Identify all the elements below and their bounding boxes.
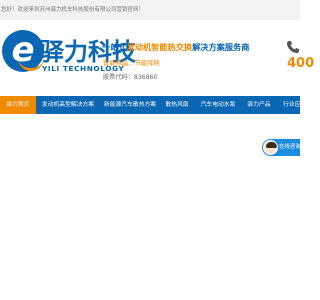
slogan-main: 一站式发动机智能热交换解决方案服务商 bbox=[102, 41, 249, 53]
nav-item-cooling-fan[interactable]: 散热风扇 bbox=[162, 96, 192, 114]
slogan-highlight: 发动机智能热交换 bbox=[126, 42, 193, 52]
site-header: e 驿力科技 YILI TECHNOLOGY 一站式发动机智能热交换解决方案服务… bbox=[0, 20, 314, 96]
logo-icon[interactable]: e bbox=[2, 30, 44, 72]
hotline-number: 400 bbox=[287, 56, 315, 71]
slogan-suffix: 解决方案服务商 bbox=[192, 42, 250, 52]
online-consult-button[interactable]: 在线咨询 bbox=[262, 139, 301, 156]
nav-item-electric-pump[interactable]: 汽车电动水泵 bbox=[198, 96, 238, 114]
phone-icon bbox=[287, 41, 299, 53]
nav-item-engine-solution[interactable]: 发动机高型解决方案 bbox=[40, 96, 96, 114]
agent-hair bbox=[266, 142, 277, 148]
slogan-prefix: 一站式 bbox=[102, 42, 127, 52]
online-consult-label: 在线咨询 bbox=[279, 144, 301, 150]
welcome-text: 您好！欢迎来到苏州驿力机车科技股份有限公司营销官网！ bbox=[1, 7, 144, 13]
stock-code: 股票代码：836860 bbox=[103, 74, 158, 81]
top-bar: 您好！欢迎来到苏州驿力机车科技股份有限公司营销官网！ bbox=[0, 0, 300, 21]
slogan-sub: 智能热晶、节能降耗 bbox=[103, 60, 160, 67]
main-nav: 驿力首页 发动机高型解决方案 新能源汽车散热方案 散热风扇 汽车电动水泵 驿力产… bbox=[0, 96, 300, 114]
nav-item-applications[interactable]: 行业应用 bbox=[279, 96, 300, 114]
agent-avatar bbox=[263, 140, 278, 155]
content-area bbox=[0, 114, 300, 300]
nav-item-ev-cooling[interactable]: 新能源汽车散热方案 bbox=[102, 96, 158, 114]
nav-item-products[interactable]: 驿力产品 bbox=[244, 96, 274, 114]
nav-item-home[interactable]: 驿力首页 bbox=[0, 96, 36, 114]
